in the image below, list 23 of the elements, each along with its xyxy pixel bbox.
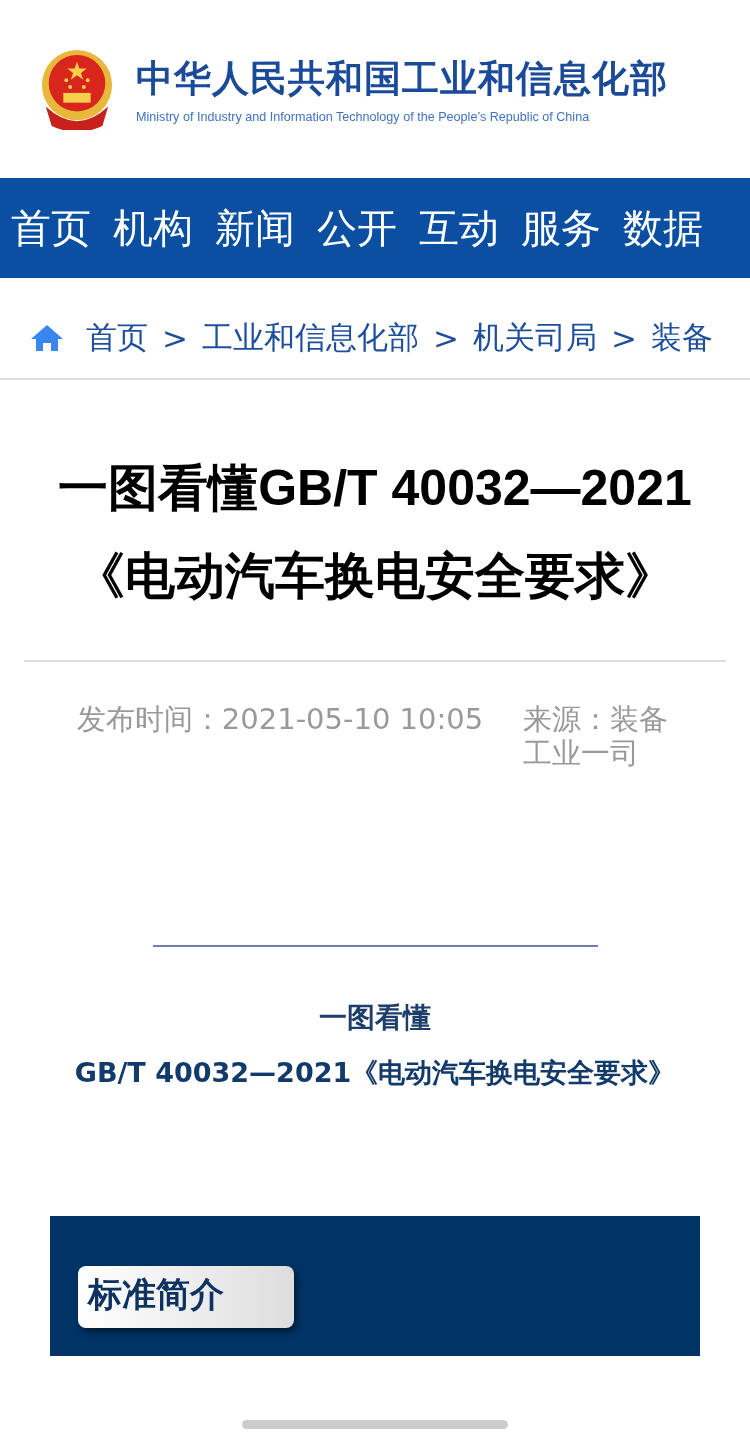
breadcrumb-link[interactable]: 首页 — [86, 317, 148, 359]
breadcrumb-separator: > — [433, 320, 459, 356]
section-label: 标准简介 — [78, 1266, 294, 1328]
home-icon[interactable] — [30, 324, 64, 352]
nav-link[interactable]: 公开 — [317, 200, 397, 256]
nav-link[interactable]: 数据 — [623, 200, 703, 256]
site-title: 中华人民共和国工业和信息化部 — [136, 56, 668, 102]
nav-link[interactable]: 首页 — [11, 200, 91, 256]
infographic-kicker: 一图看懂 — [319, 1000, 431, 1036]
breadcrumb-separator: > — [162, 320, 188, 356]
infographic-heading: GB/T 40032—2021《电动汽车换电安全要求》 — [74, 1056, 676, 1090]
nav-link[interactable]: 互动 — [419, 200, 499, 256]
nav-link[interactable]: 机构 — [113, 200, 193, 256]
breadcrumb-link[interactable]: 工业和信息化部 — [202, 317, 419, 359]
publish-time: 发布时间：2021-05-10 10:05 — [76, 702, 484, 736]
article-title: 一图看懂GB/T 40032—2021《电动汽车换电安全要求》 — [24, 380, 726, 662]
site-subtitle: Ministry of Industry and Information Technology of the People’s Republic of China — [136, 110, 591, 124]
breadcrumb-link[interactable]: 机关司局 — [472, 317, 597, 359]
breadcrumb-link[interactable]: 装备 — [650, 317, 713, 359]
article-source: 来源：装备工业一司 — [523, 702, 670, 770]
nav-link[interactable]: 新闻 — [215, 200, 295, 256]
breadcrumb-separator: > — [610, 320, 637, 356]
nav-link[interactable]: 服务 — [521, 200, 601, 256]
